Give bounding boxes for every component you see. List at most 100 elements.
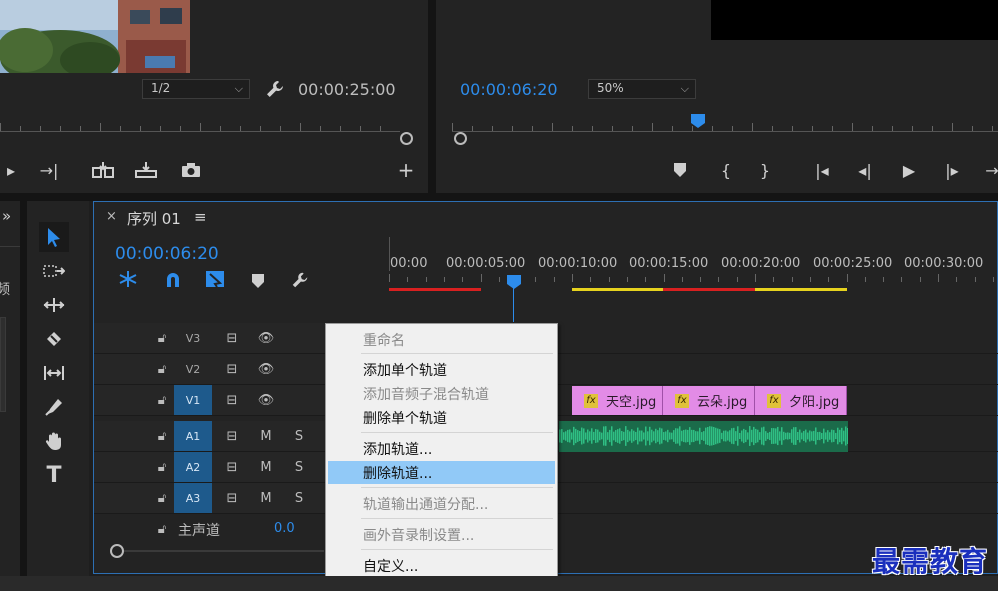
source-scrub-end-handle[interactable]	[400, 132, 413, 145]
track-label-a1[interactable]: A1	[174, 421, 212, 451]
track-select-tool-icon[interactable]	[39, 256, 69, 286]
menu-item-add-single-track[interactable]: 添加单个轨道	[328, 358, 555, 381]
insert-partial-icon[interactable]: ▸	[0, 160, 22, 180]
timeline-settings-wrench-icon[interactable]	[290, 270, 310, 290]
solo-button[interactable]: S	[289, 488, 309, 508]
lock-icon[interactable]: 🔓︎	[152, 488, 172, 508]
mark-out-step-icon[interactable]: →|	[38, 160, 60, 180]
timeline-ruler[interactable]: 00:00 00:00:05:00 00:00:10:00 00:00:15:0…	[389, 254, 998, 292]
program-zoom-dropdown[interactable]: 50% ⌵	[588, 79, 696, 99]
sequence-tab-title[interactable]: 序列 01	[127, 208, 181, 229]
wrench-icon[interactable]	[264, 78, 286, 100]
program-scrub-start-handle[interactable]	[454, 132, 467, 145]
ruler-tick	[592, 126, 593, 131]
ruler-tick	[60, 126, 61, 131]
tab-menu-icon[interactable]: ≡	[194, 208, 207, 226]
ripple-edit-tool-icon[interactable]	[39, 290, 69, 320]
audio-clip[interactable]	[559, 421, 848, 452]
sync-lock-icon[interactable]: ⊟	[222, 457, 242, 477]
waveform-sample	[751, 429, 753, 443]
clip-sunset[interactable]: fx 夕阳.jpg	[755, 386, 847, 415]
razor-tool-icon[interactable]	[39, 324, 69, 354]
track-label-v1[interactable]: V1	[174, 385, 212, 415]
add-marker-icon[interactable]	[252, 274, 264, 288]
selection-tool-icon[interactable]	[39, 222, 69, 252]
playhead-handle[interactable]	[507, 275, 521, 289]
add-marker-icon[interactable]	[669, 160, 691, 180]
solo-button[interactable]: S	[289, 457, 309, 477]
menu-item-rename[interactable]: 重命名	[328, 328, 555, 351]
go-to-in-icon[interactable]: |◂	[811, 160, 833, 180]
sync-lock-icon[interactable]: ⊟	[222, 426, 242, 446]
snap-magnet-icon[interactable]	[164, 270, 182, 288]
sync-lock-icon[interactable]: ⊟	[222, 328, 242, 348]
waveform-sample	[615, 430, 617, 442]
ruler-tick	[590, 277, 592, 282]
menu-item-add-audio-submix-track[interactable]: 添加音频子混合轨道	[328, 382, 555, 405]
hand-tool-icon[interactable]	[39, 426, 69, 456]
eye-icon[interactable]: 👁︎	[256, 328, 276, 348]
source-duration: 00:00:25:00	[298, 80, 396, 99]
menu-item-add-tracks[interactable]: 添加轨道...	[328, 437, 555, 460]
master-volume-value[interactable]: 0.0	[274, 521, 295, 536]
close-tab-icon[interactable]: ×	[106, 209, 117, 224]
mark-in-icon[interactable]: {	[715, 160, 737, 180]
nest-toggle-icon[interactable]	[118, 270, 138, 288]
ruler-ticks	[389, 274, 998, 284]
lock-icon[interactable]: 🔓︎	[152, 457, 172, 477]
track-label-a3[interactable]: A3	[174, 483, 212, 513]
track-label-v3[interactable]: V3	[174, 323, 212, 353]
linked-selection-icon[interactable]	[205, 270, 225, 288]
lock-icon[interactable]: 🔓︎	[152, 359, 172, 379]
sync-lock-icon[interactable]: ⊟	[222, 390, 242, 410]
timeline-timecode[interactable]: 00:00:06:20	[115, 244, 219, 264]
ruler-tick	[512, 126, 513, 131]
solo-button[interactable]: S	[289, 426, 309, 446]
step-forward-icon[interactable]: |▸	[941, 160, 963, 180]
sync-lock-icon[interactable]: ⊟	[222, 488, 242, 508]
mute-button[interactable]: M	[256, 457, 276, 477]
step-back-icon[interactable]: ◂|	[854, 160, 876, 180]
waveform-sample	[685, 429, 687, 443]
mark-out-icon[interactable]: }	[754, 160, 776, 180]
waveform-sample	[649, 426, 651, 446]
play-icon[interactable]: ▶	[898, 160, 920, 180]
eye-icon[interactable]: 👁︎	[256, 390, 276, 410]
clip-sky[interactable]: fx 天空.jpg	[572, 386, 663, 415]
menu-item-voiceover-settings[interactable]: 画外音录制设置...	[328, 523, 555, 546]
lock-icon[interactable]: 🔓︎	[152, 426, 172, 446]
overwrite-icon[interactable]	[135, 160, 157, 180]
sync-lock-icon[interactable]: ⊟	[222, 359, 242, 379]
lock-icon[interactable]: 🔓︎	[152, 519, 172, 539]
add-button-icon[interactable]: +	[395, 158, 417, 182]
mute-button[interactable]: M	[256, 488, 276, 508]
zoom-scroll-handle[interactable]	[110, 544, 124, 558]
waveform-sample	[783, 431, 785, 441]
program-timecode[interactable]: 00:00:06:20	[460, 80, 558, 99]
panel-scrollbar[interactable]	[0, 317, 6, 412]
ruler-tick	[360, 126, 361, 131]
mute-button[interactable]: M	[256, 426, 276, 446]
slip-tool-icon[interactable]	[39, 358, 69, 388]
menu-item-delete-tracks[interactable]: 删除轨道...	[328, 461, 555, 484]
playhead-marker[interactable]	[691, 114, 705, 128]
go-to-out-partial-icon[interactable]: →	[981, 160, 998, 180]
menu-item-delete-single-track[interactable]: 删除单个轨道	[328, 406, 555, 429]
camera-icon[interactable]	[180, 160, 202, 180]
menu-item-customize[interactable]: 自定义...	[328, 554, 555, 577]
waveform-sample	[799, 429, 801, 443]
source-resolution-dropdown[interactable]: 1/2 ⌵	[142, 79, 250, 99]
zoom-scroll-bar[interactable]	[124, 550, 324, 552]
menu-item-track-output-mapping[interactable]: 轨道输出通道分配...	[328, 492, 555, 515]
pen-tool-icon[interactable]	[39, 392, 69, 422]
clip-clouds[interactable]: fx 云朵.jpg	[663, 386, 755, 415]
waveform-sample	[737, 426, 739, 446]
type-tool-icon[interactable]: T	[39, 460, 69, 490]
track-label-v2[interactable]: V2	[174, 354, 212, 384]
lock-icon[interactable]: 🔓︎	[152, 328, 172, 348]
lock-icon[interactable]: 🔓︎	[152, 390, 172, 410]
panel-overflow-chevron[interactable]: »	[2, 207, 11, 225]
insert-icon[interactable]	[92, 160, 114, 180]
track-label-a2[interactable]: A2	[174, 452, 212, 482]
eye-icon[interactable]: 👁︎	[256, 359, 276, 379]
